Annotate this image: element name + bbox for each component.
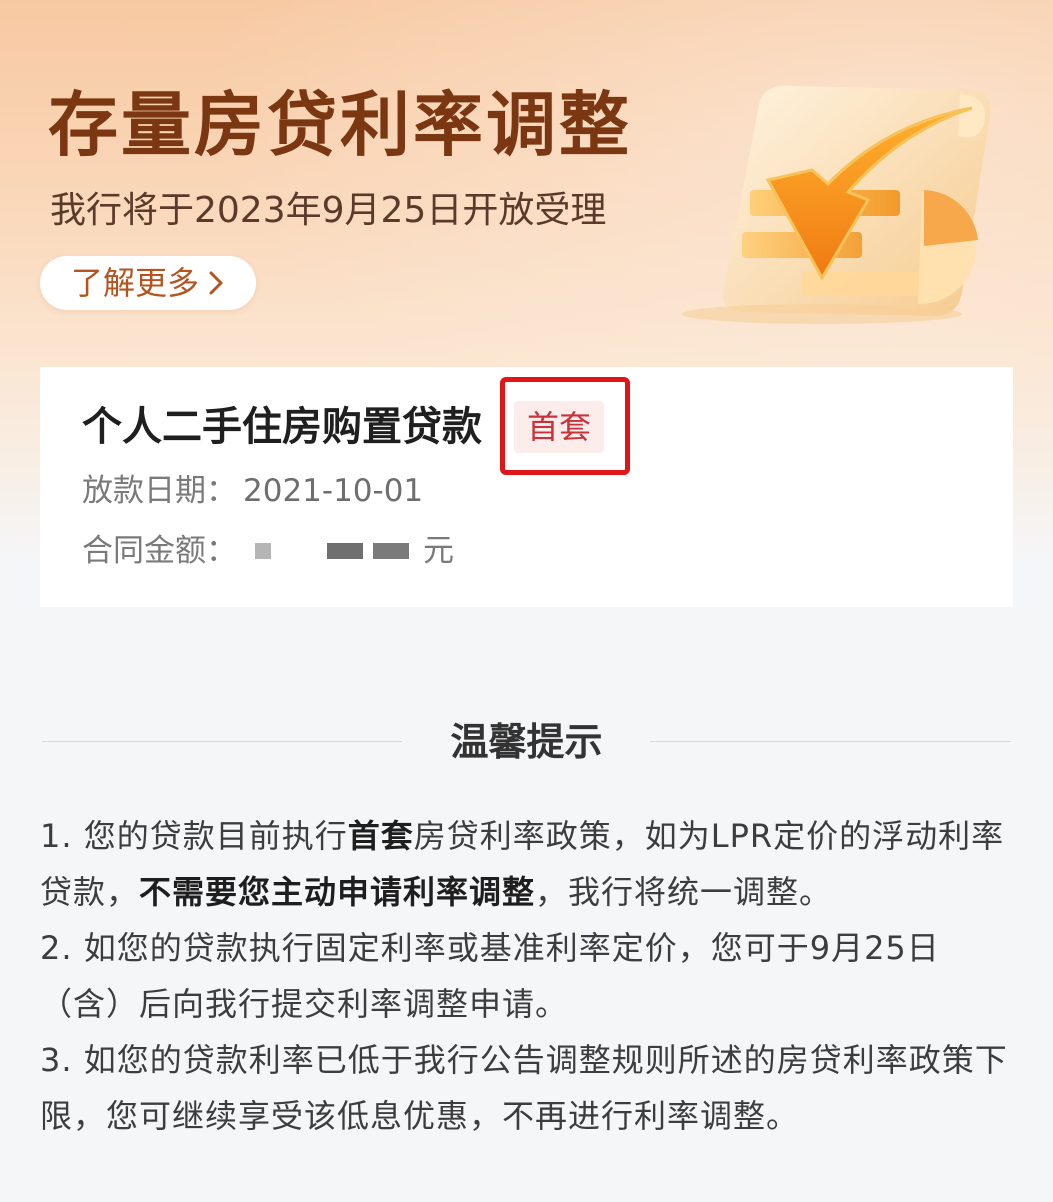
banner-title: 存量房贷利率调整	[48, 84, 632, 166]
document-down-arrow-icon	[682, 85, 991, 324]
disbursement-date-value: 2021-10-01	[243, 473, 424, 509]
redacted-amount-block	[373, 543, 409, 559]
loan-card[interactable]: 个人二手住房购置贷款 首套 放款日期： 2021-10-01 合同金额： 元	[40, 367, 1013, 607]
learn-more-label: 了解更多	[70, 264, 199, 302]
learn-more-button[interactable]: 了解更多	[40, 256, 256, 310]
tips-list: 1. 您的贷款目前执行首套房贷利率政策，如为LPR定价的浮动利率贷款，不需要您主…	[40, 808, 1015, 1144]
chevron-right-icon	[209, 271, 223, 295]
contract-amount-unit: 元	[423, 533, 454, 569]
contract-amount-label: 合同金额：	[82, 533, 237, 569]
tip-bold: 首套	[347, 817, 414, 855]
tip-text: 1. 您的贷款目前执行	[40, 817, 348, 855]
disbursement-date-row: 放款日期： 2021-10-01	[82, 467, 423, 515]
disbursement-date-label: 放款日期：	[82, 473, 237, 509]
divider	[650, 741, 1011, 742]
redacted-amount-block	[327, 543, 363, 559]
tips-header: 温馨提示	[40, 710, 1013, 774]
contract-amount-row: 合同金额： 元	[82, 527, 454, 575]
tip-text: ，我行将统一调整。	[535, 873, 833, 911]
banner-subtitle: 我行将于2023年9月25日开放受理	[50, 190, 607, 231]
redacted-amount-block	[255, 543, 271, 559]
tip-bold: 不需要您主动申请利率调整	[139, 873, 536, 911]
tag-highlight-box	[500, 377, 630, 475]
tip-item-2: 2. 如您的贷款执行固定利率或基准利率定价，您可于9月25日（含）后向我行提交利…	[40, 929, 940, 1023]
tip-item-1: 1. 您的贷款目前执行首套房贷利率政策，如为LPR定价的浮动利率贷款，不需要您主…	[40, 808, 1015, 920]
tip-item-3: 3. 如您的贷款利率已低于我行公告调整规则所述的房贷利率政策下限，您可继续享受该…	[40, 1041, 1008, 1135]
loan-title: 个人二手住房购置贷款	[82, 404, 482, 450]
tips-title: 温馨提示	[450, 720, 603, 764]
